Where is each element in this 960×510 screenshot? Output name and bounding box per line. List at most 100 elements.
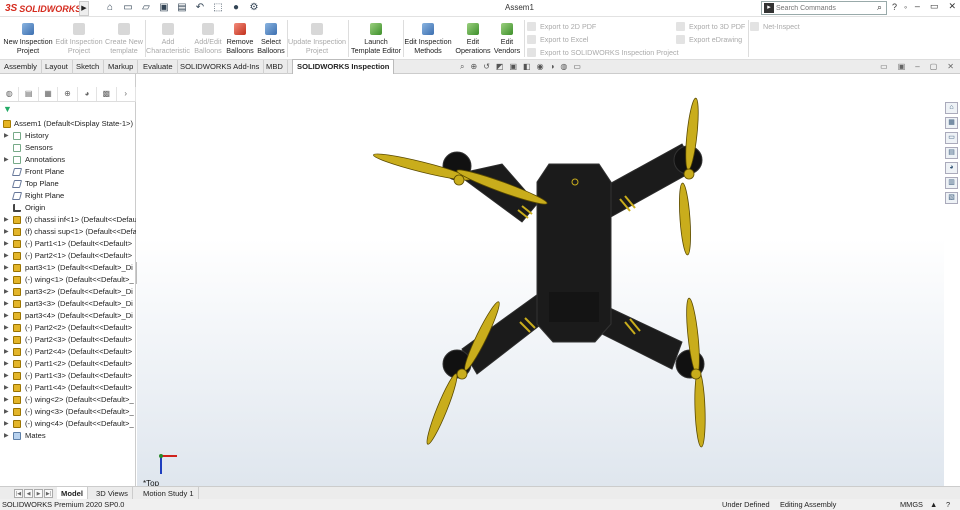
tree-root-assembly[interactable]: Assem1 (Default<Display State-1>) — [0, 118, 136, 130]
display-manager-tab-icon[interactable]: ◕ — [78, 87, 98, 101]
tree-item[interactable]: ▶ (-) Part2<3> (Default<<Default> — [0, 334, 136, 346]
feature-tree-tab-icon[interactable]: ◍ — [0, 87, 20, 101]
appearance-icon[interactable]: ◑ — [550, 62, 555, 72]
tree-item[interactable]: ▶ part3<3> (Default<<Default>_Di — [0, 298, 136, 310]
tab-mbd[interactable]: MBD — [262, 60, 288, 74]
tree-item[interactable]: ▶ (-) wing<2> (Default<<Default>_ — [0, 394, 136, 406]
expand-arrow-icon[interactable]: ▶ — [4, 226, 9, 238]
viewport-minimize-icon[interactable]: – — [915, 62, 919, 71]
expand-arrow-icon[interactable]: ▶ — [4, 346, 9, 358]
export-inspection-project-button[interactable]: Export to SOLIDWORKS Inspection Project — [527, 48, 679, 57]
tree-item[interactable]: ▶ (f) chassi inf<1> (Default<<Defau — [0, 214, 136, 226]
filter-icon[interactable]: ▼ — [3, 104, 12, 114]
expand-arrow-icon[interactable]: ▶ — [4, 430, 9, 442]
expand-arrow-icon[interactable]: ▶ — [4, 130, 9, 142]
hide-show-icon[interactable]: ◉ — [537, 62, 544, 72]
search-icon[interactable]: ⌕ — [877, 2, 882, 13]
edit-vendors-button[interactable]: Edit Vendors — [492, 19, 522, 59]
tree-item[interactable]: ▶ part3<4> (Default<<Default>_Di — [0, 310, 136, 322]
close-icon[interactable]: ✕ — [948, 1, 956, 12]
expand-arrow-icon[interactable]: ▶ — [4, 406, 9, 418]
configuration-manager-tab-icon[interactable]: ▦ — [39, 87, 59, 101]
appearances-icon[interactable]: ◕ — [945, 162, 958, 174]
solidworks-forum-icon[interactable]: ▧ — [945, 192, 958, 204]
tree-item[interactable]: ▶ (-) Part1<4> (Default<<Default> — [0, 382, 136, 394]
viewport-restore-icon[interactable]: ▭ — [880, 62, 888, 71]
expand-arrow-icon[interactable]: ▶ — [4, 334, 9, 346]
minimize-icon[interactable]: – — [915, 1, 920, 12]
status-help-icon[interactable]: ? — [946, 499, 950, 510]
remove-balloons-button[interactable]: Remove Balloons — [225, 19, 255, 59]
tab-evaluate[interactable]: Evaluate — [139, 60, 178, 74]
tree-item[interactable]: ▶ (-) wing<1> (Default<<Default>_ — [0, 274, 136, 286]
viewport-close-icon[interactable]: ✕ — [947, 62, 954, 71]
options-icon[interactable]: ⚙ — [248, 2, 260, 14]
section-view-icon[interactable]: ◩ — [496, 62, 504, 72]
zoom-area-icon[interactable]: ⊕ — [470, 62, 477, 72]
open-icon[interactable]: ▱ — [140, 2, 152, 14]
last-tab-arrow-icon[interactable]: ▶| — [44, 489, 53, 498]
rebuild-icon[interactable]: ● — [230, 2, 242, 14]
tree-item[interactable]: ▶ (f) chassi sup<1> (Default<<Defa — [0, 226, 136, 238]
expand-arrow-icon[interactable]: ▶ — [4, 274, 9, 286]
viewport-tile-icon[interactable]: ▣ — [898, 62, 906, 71]
tab-solidworks-add-ins[interactable]: SOLIDWORKS Add-Ins — [176, 60, 265, 74]
tab-sketch[interactable]: Sketch — [72, 60, 105, 74]
tree-item[interactable]: ▶ part3<1> (Default<<Default>_Di — [0, 262, 136, 274]
tree-item[interactable]: ▶ History — [0, 130, 136, 142]
expand-arrow-icon[interactable]: ▶ — [4, 322, 9, 334]
viewport-maximize-icon[interactable]: ▢ — [930, 62, 938, 71]
export-2d-pdf-button[interactable]: Export to 2D PDF — [527, 22, 596, 31]
save-icon[interactable]: ▣ — [158, 2, 170, 14]
search-commands-box[interactable]: ▸ ⌕ — [761, 1, 887, 15]
status-units[interactable]: MMGS — [900, 499, 923, 510]
menu-expand-arrow-icon[interactable]: ▶ — [79, 1, 89, 16]
tab-solidworks-inspection[interactable]: SOLIDWORKS Inspection — [292, 59, 395, 74]
new-document-icon[interactable]: ▭ — [122, 2, 134, 14]
expand-arrow-icon[interactable]: ▶ — [4, 262, 9, 274]
search-input[interactable] — [776, 3, 870, 14]
tree-item[interactable]: Top Plane — [0, 178, 136, 190]
property-manager-tab-icon[interactable]: ▤ — [19, 87, 39, 101]
net-inspect-button[interactable]: Net-Inspect — [750, 22, 800, 31]
file-explorer-icon[interactable]: ▭ — [945, 132, 958, 144]
tree-item[interactable]: ▶ Annotations — [0, 154, 136, 166]
tree-item[interactable]: Origin — [0, 202, 136, 214]
new-inspection-project-button[interactable]: New Inspection Project — [3, 19, 53, 59]
expand-arrow-icon[interactable]: ▶ — [4, 394, 9, 406]
expand-arrow-icon[interactable]: ▶ — [4, 310, 9, 322]
expand-arrow-icon[interactable]: ▶ — [4, 298, 9, 310]
tree-item[interactable]: ▶ (-) Part1<2> (Default<<Default> — [0, 358, 136, 370]
zoom-to-fit-icon[interactable]: ⌕ — [460, 62, 464, 72]
solidworks-resources-icon[interactable]: ⌂ — [945, 102, 958, 114]
status-units-arrow-icon[interactable]: ▲ — [930, 499, 937, 510]
export-excel-button[interactable]: Export to Excel — [527, 35, 588, 44]
help-icon[interactable]: ? — [892, 2, 897, 12]
add-characteristic-button[interactable]: Add Characteristic — [146, 19, 190, 59]
graphics-area[interactable] — [137, 74, 944, 486]
tree-item[interactable]: ▶ (-) Part2<1> (Default<<Default> — [0, 250, 136, 262]
export-3d-pdf-button[interactable]: Export to 3D PDF — [676, 22, 745, 31]
edit-inspection-project-button[interactable]: Edit Inspection Project — [54, 19, 104, 59]
home-icon[interactable]: ⌂ — [104, 2, 116, 14]
expand-arrow-icon[interactable]: ▶ — [4, 214, 9, 226]
tab-layout[interactable]: Layout — [41, 60, 73, 74]
panel-expand-icon[interactable]: › — [117, 87, 136, 101]
tree-item[interactable]: Sensors — [0, 142, 136, 154]
tree-item[interactable]: ▶ (-) wing<3> (Default<<Default>_ — [0, 406, 136, 418]
expand-arrow-icon[interactable]: ▶ — [4, 286, 9, 298]
create-new-template-button[interactable]: Create New template — [104, 19, 144, 59]
edit-operations-button[interactable]: Edit Operations — [454, 19, 492, 59]
expand-arrow-icon[interactable]: ▶ — [4, 382, 9, 394]
select-balloons-button[interactable]: Select Balloons — [256, 19, 286, 59]
user-icon[interactable]: ◦ — [904, 2, 907, 12]
add-edit-balloons-button[interactable]: Add/Edit Balloons — [193, 19, 223, 59]
previous-view-icon[interactable]: ↺ — [483, 62, 490, 72]
expand-arrow-icon[interactable]: ▶ — [4, 154, 9, 166]
display-style-icon[interactable]: ◧ — [523, 62, 531, 72]
tree-item[interactable]: ▶ part3<2> (Default<<Default>_Di — [0, 286, 136, 298]
tree-item[interactable]: Front Plane — [0, 166, 136, 178]
tree-item[interactable]: ▶ (-) Part1<3> (Default<<Default> — [0, 370, 136, 382]
expand-arrow-icon[interactable]: ▶ — [4, 250, 9, 262]
tree-item[interactable]: ▶ (-) Part2<2> (Default<<Default> — [0, 322, 136, 334]
